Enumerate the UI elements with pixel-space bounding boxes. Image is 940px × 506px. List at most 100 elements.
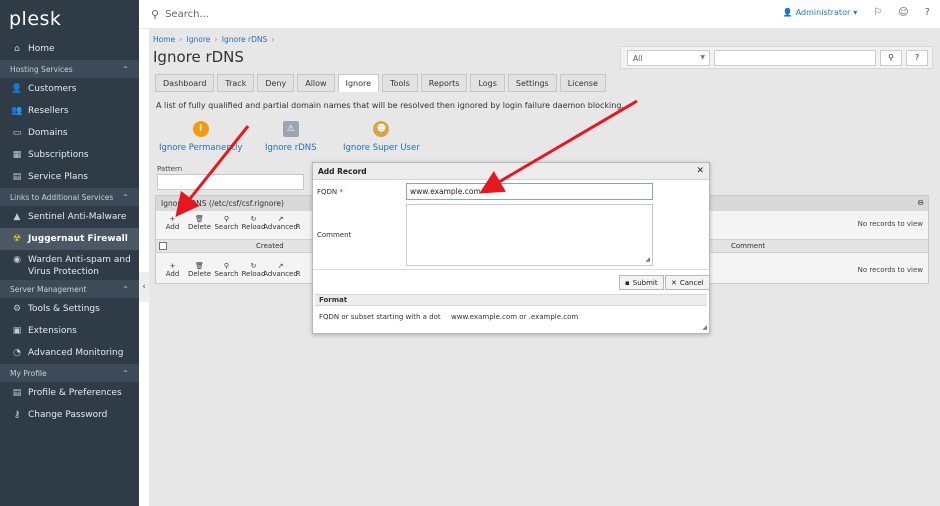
external-icon: ↗: [277, 214, 284, 223]
chevron-up-icon: ⌃: [122, 192, 129, 202]
rdns-icon: ⚠: [282, 121, 299, 137]
tab-deny[interactable]: Deny: [257, 74, 295, 92]
fqdn-input[interactable]: www.example.com: [406, 183, 653, 200]
sidebar-item-home[interactable]: ⌂ Home: [0, 38, 139, 60]
trash-icon: 🗑: [195, 261, 204, 270]
sidebar-item-extensions[interactable]: ▣ Extensions: [0, 320, 139, 342]
sidebar-item-profile[interactable]: ▤ Profile & Preferences: [0, 382, 139, 404]
tab-track[interactable]: Track: [217, 74, 255, 92]
collapse-icon[interactable]: ⊖: [917, 198, 924, 207]
reload-icon: ↻: [250, 261, 257, 270]
search-button[interactable]: ⚲ Search: [213, 258, 240, 281]
quick-link-ignore-rdns[interactable]: ⚠ Ignore rDNS: [265, 121, 317, 153]
search-icon: ⚲: [151, 7, 160, 21]
dialog-resize-icon[interactable]: ◢: [702, 324, 707, 331]
quick-link-ignore-super-user[interactable]: ☻ Ignore Super User: [343, 121, 420, 153]
advanced-button[interactable]: ↗ Advanced: [263, 211, 298, 234]
tab-dashboard[interactable]: Dashboard: [155, 74, 215, 92]
advanced-button[interactable]: ↗ Advanced: [263, 258, 298, 281]
chevron-left-icon: ‹: [142, 282, 146, 292]
section-additional-services[interactable]: Links to Additional Services ⌃: [0, 188, 139, 206]
sidebar-item-advanced-monitoring[interactable]: ◔ Advanced Monitoring: [0, 342, 139, 364]
no-records-top: No records to view: [857, 220, 923, 228]
section-hosting-services[interactable]: Hosting Services ⌃: [0, 60, 139, 78]
fqdn-label: FQDN *: [317, 188, 343, 196]
submit-button[interactable]: ▪ Submit: [619, 275, 664, 290]
format-description: FQDN or subset starting with a dot: [319, 313, 441, 321]
user-icon: 👤: [782, 8, 793, 17]
user-icon: 👤: [11, 84, 23, 94]
sidebar-item-service-plans[interactable]: ▤ Service Plans: [0, 166, 139, 188]
close-icon: ✕: [671, 278, 677, 287]
tab-settings[interactable]: Settings: [507, 74, 557, 92]
no-records-bottom: No records to view: [857, 266, 923, 274]
select-all-checkbox[interactable]: [159, 242, 167, 250]
sidebar-item-resellers[interactable]: 👥 Resellers: [0, 100, 139, 122]
quick-link-ignore-permanently[interactable]: ! Ignore Permanently: [159, 121, 242, 153]
global-search-input[interactable]: Search...: [165, 9, 209, 20]
search-button[interactable]: ⚲ Search: [213, 211, 240, 234]
more-button[interactable]: R: [294, 211, 302, 234]
sidebar-item-warden[interactable]: ◉ Warden Anti-spam and Virus Protection: [0, 250, 139, 280]
pattern-label: Pattern: [157, 165, 183, 173]
sidebar-item-customers[interactable]: 👤 Customers: [0, 78, 139, 100]
dialog-footer: ▪ Submit ✕ Cancel: [313, 269, 710, 293]
page-description: A list of fully qualified and partial do…: [156, 101, 624, 110]
filter-select[interactable]: All ▼: [627, 50, 710, 66]
search-icon: ⚲: [223, 214, 230, 223]
tab-license[interactable]: License: [559, 74, 606, 92]
resize-grip-icon[interactable]: ◢: [645, 256, 650, 263]
column-comment[interactable]: Comment: [731, 242, 765, 250]
tab-ignore[interactable]: Ignore: [337, 74, 380, 92]
filter-search-button[interactable]: ⚲: [880, 50, 902, 66]
plesk-logo[interactable]: plesk: [0, 0, 139, 38]
reload-icon: ↻: [250, 214, 257, 223]
key-icon: ⚷: [13, 410, 21, 420]
sidebar-collapse-handle[interactable]: ‹: [139, 272, 149, 302]
section-server-management[interactable]: Server Management ⌃: [0, 280, 139, 298]
delete-button[interactable]: 🗑 Delete: [186, 211, 213, 234]
breadcrumb-ignore-rdns[interactable]: Ignore rDNS: [222, 35, 267, 44]
sidebar-item-sentinel[interactable]: ▲ Sentinel Anti-Malware: [0, 206, 139, 228]
section-my-profile[interactable]: My Profile ⌃: [0, 364, 139, 382]
support-icon[interactable]: ☺: [898, 7, 908, 18]
close-icon[interactable]: ✕: [696, 166, 704, 176]
notifications-icon[interactable]: ⚐: [873, 7, 882, 18]
filter-box: All ▼ ⚲ ?: [620, 46, 933, 69]
column-created[interactable]: Created: [256, 242, 284, 250]
resellers-icon: 👥: [11, 106, 23, 116]
help-icon[interactable]: ?: [925, 7, 930, 18]
firewall-icon: ☢: [12, 234, 22, 244]
pattern-input[interactable]: [157, 174, 304, 190]
tab-reports[interactable]: Reports: [420, 74, 468, 92]
breadcrumb-home[interactable]: Home: [153, 35, 175, 44]
comment-textarea[interactable]: ◢: [406, 204, 653, 266]
sidebar-item-change-password[interactable]: ⚷ Change Password: [0, 404, 139, 426]
monitor-icon: ▭: [12, 128, 22, 138]
monitoring-icon: ◔: [13, 348, 21, 358]
filter-input[interactable]: [714, 50, 876, 66]
more-button[interactable]: R: [294, 258, 302, 281]
add-button[interactable]: + Add: [159, 211, 186, 234]
plans-icon: ▤: [12, 172, 22, 182]
dialog-title: Add Record ✕: [313, 163, 709, 180]
external-icon: ↗: [277, 261, 284, 270]
warning-icon: !: [192, 121, 209, 137]
topbar-actions: 👤 Administrator ▾ ⚐ ☺ ?: [783, 7, 930, 18]
sidebar-item-juggernaut[interactable]: ☢ Juggernaut Firewall: [0, 228, 139, 250]
search-icon: ⚲: [223, 261, 230, 270]
filter-help-button[interactable]: ?: [906, 50, 928, 66]
cancel-button[interactable]: ✕ Cancel: [665, 275, 710, 290]
breadcrumb-ignore[interactable]: Ignore: [187, 35, 211, 44]
tab-logs[interactable]: Logs: [470, 74, 505, 92]
tab-allow[interactable]: Allow: [297, 74, 335, 92]
sidebar-item-domains[interactable]: ▭ Domains: [0, 122, 139, 144]
sidebar-item-subscriptions[interactable]: ▦ Subscriptions: [0, 144, 139, 166]
sidebar-item-tools-settings[interactable]: ⚙ Tools & Settings: [0, 298, 139, 320]
delete-button[interactable]: 🗑 Delete: [186, 258, 213, 281]
user-menu[interactable]: 👤 Administrator ▾: [783, 8, 858, 17]
add-button[interactable]: + Add: [159, 258, 186, 281]
save-icon: ▪: [625, 278, 630, 287]
search-icon: ⚲: [888, 53, 894, 62]
tab-tools[interactable]: Tools: [382, 74, 418, 92]
